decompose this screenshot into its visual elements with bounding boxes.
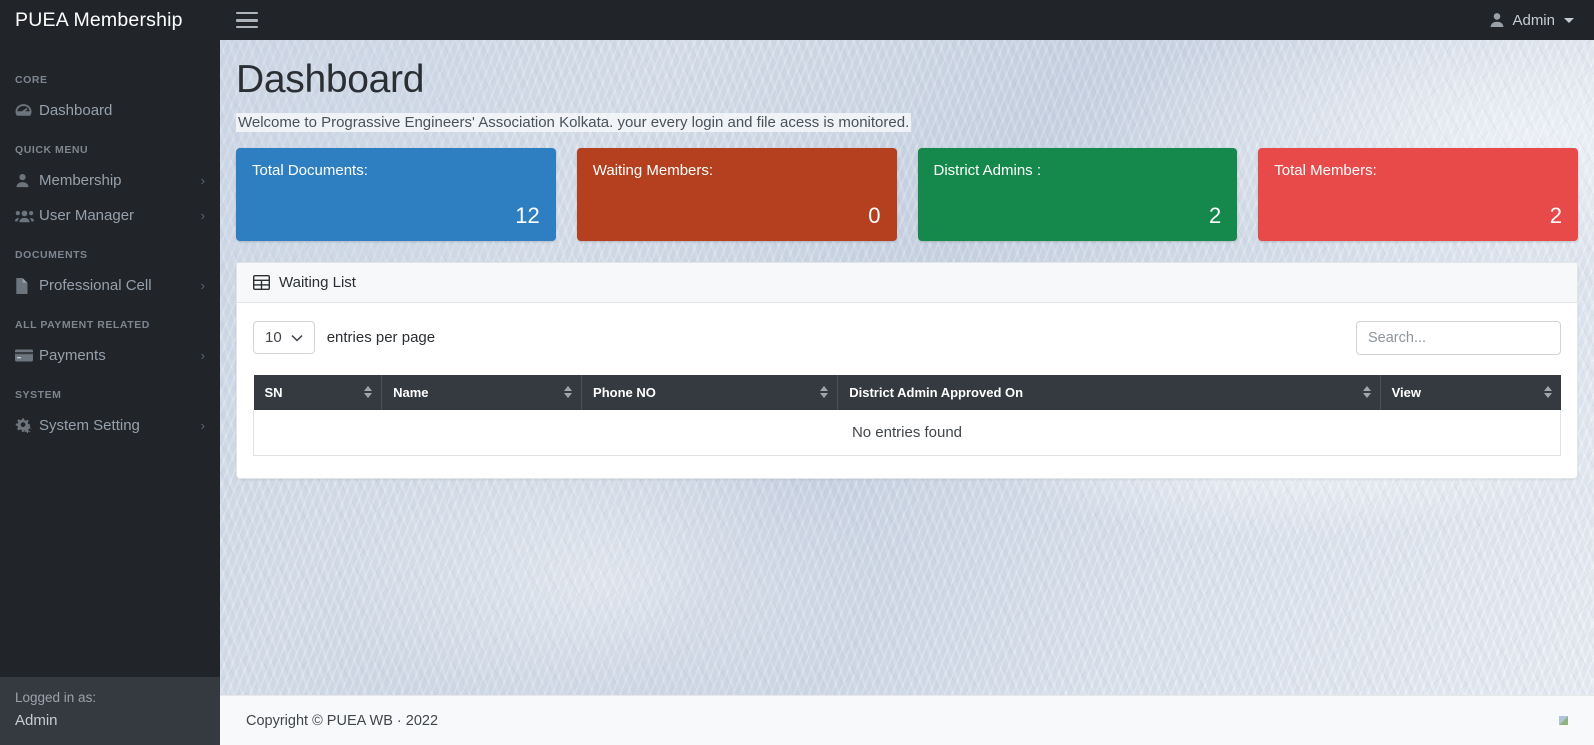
credit-card-icon: [15, 349, 39, 362]
user-icon: [1489, 12, 1505, 28]
sidebar-item-label: Professional Cell: [39, 277, 152, 294]
sidebar-heading-quick-menu: QUICK MENU: [15, 144, 89, 156]
hamburger-bar: [236, 26, 258, 28]
sort-arrows-icon: [1543, 386, 1552, 399]
sidebar-item-label: Dashboard: [39, 102, 113, 119]
stat-card-label: Total Documents:: [252, 161, 368, 179]
waiting-list-table: SN Name Phone NO District Admin Approved On…: [253, 374, 1561, 456]
table-empty-message: No entries found: [253, 409, 1561, 456]
table-column-header-name[interactable]: Name: [381, 374, 583, 410]
sidebar-heading-documents: DOCUMENTS: [15, 249, 88, 261]
chevron-right-icon: ›: [200, 348, 205, 363]
table-column-label: View: [1391, 384, 1421, 400]
table-column-header-phone-no[interactable]: Phone NO: [581, 374, 839, 410]
sidebar-nav: CORE Dashboard QUICK MENU Membership › User M…: [0, 40, 220, 443]
stat-card-value: 12: [515, 202, 540, 228]
table-empty-row: No entries found: [253, 409, 1561, 456]
table-controls: 10 entries per page: [253, 320, 1561, 355]
stat-card-total-members[interactable]: Total Members: 2: [1258, 147, 1578, 241]
stat-card-value: 0: [868, 202, 881, 228]
sidebar-item-label: Membership: [39, 172, 122, 189]
waiting-list-panel: Waiting List 10 entries per page Search.…: [236, 261, 1578, 479]
sort-arrows-icon: [820, 386, 829, 399]
chevron-right-icon: ›: [200, 208, 205, 223]
scroll-to-top-icon[interactable]: [1559, 716, 1568, 725]
stat-card-district-admins[interactable]: District Admins : 2: [917, 147, 1238, 241]
table-column-header-view[interactable]: View: [1380, 374, 1561, 410]
stat-card-waiting-members[interactable]: Waiting Members: 0: [576, 147, 897, 241]
sidebar-user-footer: Logged in as: Admin: [0, 676, 220, 745]
sidebar-item-payments[interactable]: Payments ›: [0, 338, 220, 373]
chevron-right-icon: ›: [200, 278, 205, 293]
sidebar-item-system-setting[interactable]: System Setting ›: [0, 408, 220, 443]
user-menu-label: Admin: [1512, 11, 1555, 29]
page-title: Dashboard: [236, 58, 425, 101]
table-head: SN Name Phone NO District Admin Approved On…: [253, 374, 1561, 410]
table-column-header-district-admin-approved-on[interactable]: District Admin Approved On: [837, 374, 1381, 410]
welcome-message: Welcome to Prograssive Engineers' Associ…: [236, 112, 912, 132]
sort-arrows-icon: [364, 386, 373, 399]
stat-card-label: Total Members:: [1274, 161, 1377, 179]
sidebar-item-membership[interactable]: Membership ›: [0, 163, 220, 198]
top-navbar: Admin: [220, 0, 1594, 40]
users-icon: [15, 209, 39, 223]
copyright-text: Copyright © PUEA WB · 2022: [246, 712, 439, 729]
cogs-icon: [15, 417, 39, 434]
stat-card-label: District Admins :: [933, 161, 1042, 179]
hamburger-bar: [236, 18, 258, 22]
stat-card-label: Waiting Members:: [592, 161, 714, 179]
stat-card-total-documents[interactable]: Total Documents: 12: [236, 147, 556, 241]
sort-arrows-icon: [564, 386, 573, 399]
logged-in-user: Admin: [15, 711, 58, 729]
page-length-select[interactable]: 10: [253, 321, 315, 355]
sidebar-item-label: System Setting: [39, 417, 140, 434]
hamburger-bar: [236, 12, 258, 14]
chevron-right-icon: ›: [200, 173, 205, 188]
stat-card-row: Total Documents: 12 Waiting Members: 0 Distr…: [236, 147, 1578, 241]
entries-per-page-label: entries per page: [326, 329, 436, 347]
table-column-label: SN: [264, 384, 283, 400]
sort-arrows-icon: [1362, 386, 1371, 399]
logged-in-label: Logged in as:: [15, 689, 97, 705]
sidebar-item-user-manager[interactable]: User Manager ›: [0, 198, 220, 233]
caret-down-icon: [1564, 17, 1574, 23]
main-content: Dashboard Welcome to Prograssive Enginee…: [220, 40, 1594, 745]
file-icon: [15, 277, 39, 294]
user-menu[interactable]: Admin: [1489, 12, 1594, 29]
sidebar-heading-all-payment-related: ALL PAYMENT RELATED: [15, 319, 150, 331]
panel-body: 10 entries per page SN Name Phone NO Distri…: [237, 303, 1577, 478]
sidebar-item-dashboard[interactable]: Dashboard: [0, 93, 220, 128]
sidebar: PUEA Membership CORE Dashboard QUICK MENU M…: [0, 0, 220, 745]
search-input[interactable]: [1356, 320, 1561, 355]
table-icon: [253, 274, 270, 290]
page-length-value: 10: [265, 329, 282, 347]
table-column-header-sn[interactable]: SN: [253, 374, 383, 410]
sidebar-heading-system: SYSTEM: [15, 389, 62, 401]
stat-card-value: 2: [1209, 202, 1222, 228]
table-header-row: SN Name Phone NO District Admin Approved On…: [253, 374, 1561, 410]
chevron-right-icon: ›: [200, 418, 205, 433]
page-footer: Copyright © PUEA WB · 2022: [220, 695, 1594, 745]
sidebar-item-label: User Manager: [39, 207, 135, 224]
chevron-down-icon: [291, 334, 303, 342]
user-icon: [15, 173, 39, 188]
panel-header: Waiting List: [237, 262, 1577, 303]
sidebar-item-label: Payments: [39, 347, 106, 364]
brand-title[interactable]: PUEA Membership: [0, 0, 220, 40]
hamburger-icon[interactable]: [236, 12, 258, 28]
sidebar-item-professional-cell[interactable]: Professional Cell ›: [0, 268, 220, 303]
table-column-label: District Admin Approved On: [849, 384, 1024, 400]
stat-card-value: 2: [1549, 202, 1562, 228]
tachometer-icon: [15, 103, 39, 118]
table-body: No entries found: [253, 409, 1561, 456]
table-column-label: Name: [393, 384, 429, 400]
panel-title: Waiting List: [279, 273, 356, 291]
sidebar-heading-core: CORE: [15, 74, 48, 86]
table-column-label: Phone NO: [593, 384, 656, 400]
